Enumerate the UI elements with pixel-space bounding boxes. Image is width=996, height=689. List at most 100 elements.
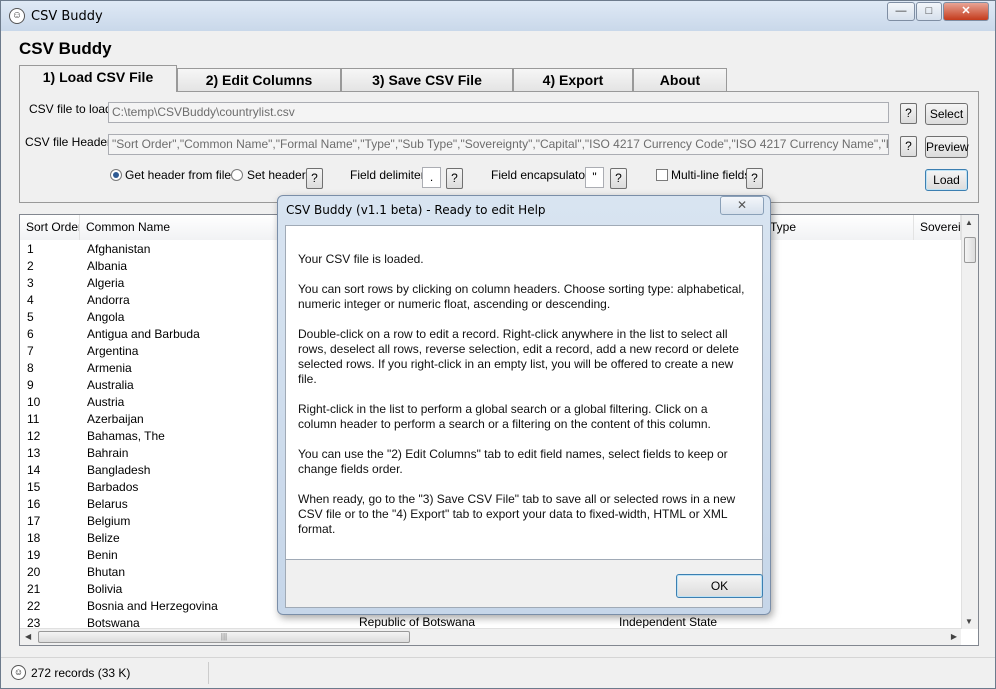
common-name-cell: Bhutan xyxy=(87,565,126,579)
status-app-icon: ☺ xyxy=(11,665,26,680)
app-heading: CSV Buddy xyxy=(19,39,112,58)
sort-order-cell: 2 xyxy=(27,259,34,273)
common-name-cell: Bahamas, The xyxy=(87,429,165,443)
title-bar: ☺ CSV Buddy — □ ✕ xyxy=(1,1,995,31)
common-name-cell: Belize xyxy=(87,531,120,545)
sort-order-cell: 15 xyxy=(27,480,41,494)
help-paragraph-sort: You can sort rows by clicking on column … xyxy=(298,282,745,311)
sort-order-cell: 10 xyxy=(27,395,41,409)
common-name-cell: Bangladesh xyxy=(87,463,151,477)
horizontal-scrollbar[interactable]: ◀ ||| ▶ xyxy=(20,628,961,645)
header-label: CSV file Header: xyxy=(25,135,115,149)
sort-order-cell: 13 xyxy=(27,446,41,460)
common-name-cell: Argentina xyxy=(87,344,139,358)
tab-export[interactable]: 4) Export xyxy=(513,68,633,92)
encapsulator-field[interactable]: " xyxy=(585,167,604,188)
help-paragraph-columns: You can use the "2) Edit Columns" tab to… xyxy=(298,447,728,476)
multiline-help-button[interactable]: ? xyxy=(746,168,763,189)
help-paragraph-loaded: Your CSV file is loaded. xyxy=(298,252,424,266)
scroll-left-icon[interactable]: ◀ xyxy=(25,632,31,641)
preview-button[interactable]: Preview xyxy=(925,136,969,158)
help-dialog: CSV Buddy (v1.1 beta) - Ready to edit He… xyxy=(277,195,771,615)
sort-order-cell: 14 xyxy=(27,463,41,477)
common-name-cell: Azerbaijan xyxy=(87,412,144,426)
common-name-cell: Albania xyxy=(87,259,128,273)
delimiter-help-button[interactable]: ? xyxy=(446,168,463,189)
close-button[interactable]: ✕ xyxy=(943,2,989,21)
common-name-cell: Benin xyxy=(87,548,118,562)
common-name-cell: Afghanistan xyxy=(87,242,151,256)
common-name-cell: Bolivia xyxy=(87,582,123,596)
common-name-cell: Andorra xyxy=(87,293,130,307)
window-title: CSV Buddy xyxy=(31,9,103,24)
common-name-cell: Armenia xyxy=(87,361,132,375)
maximize-button[interactable]: □ xyxy=(916,2,942,21)
common-name-cell: Bahrain xyxy=(87,446,129,460)
sort-order-cell: 5 xyxy=(27,310,34,324)
tab-load-csv[interactable]: 1) Load CSV File xyxy=(19,65,177,92)
sort-order-cell: 4 xyxy=(27,293,34,307)
sort-order-cell: 9 xyxy=(27,378,34,392)
scroll-down-icon[interactable]: ▼ xyxy=(965,617,973,626)
vertical-scroll-thumb[interactable] xyxy=(964,237,976,263)
encapsulator-help-button[interactable]: ? xyxy=(610,168,627,189)
file-label: CSV file to load: xyxy=(29,102,116,116)
help-paragraph-edit: Double-click on a row to edit a record. … xyxy=(298,327,739,386)
column-header-type[interactable]: Type xyxy=(764,215,914,240)
delimiter-field[interactable]: . xyxy=(422,167,441,188)
sort-order-cell: 18 xyxy=(27,531,41,545)
load-panel: CSV file to load: C:\temp\CSVBuddy\count… xyxy=(19,91,979,203)
scroll-right-icon[interactable]: ▶ xyxy=(951,632,957,641)
dialog-close-button[interactable]: ✕ xyxy=(720,196,764,215)
help-paragraph-search: Right-click in the list to perform a glo… xyxy=(298,402,711,431)
sort-order-cell: 12 xyxy=(27,429,41,443)
sort-order-cell: 20 xyxy=(27,565,41,579)
status-divider xyxy=(208,662,209,684)
file-path-field[interactable]: C:\temp\CSVBuddy\countrylist.csv xyxy=(108,102,889,123)
common-name-cell: Algeria xyxy=(87,276,125,290)
common-name-cell: Belarus xyxy=(87,497,128,511)
common-name-cell: Australia xyxy=(87,378,134,392)
tab-save-csv[interactable]: 3) Save CSV File xyxy=(341,68,513,92)
sort-order-cell: 19 xyxy=(27,548,41,562)
column-header-sort-order[interactable]: Sort Order xyxy=(20,215,80,240)
sort-order-cell: 8 xyxy=(27,361,34,375)
sort-order-cell: 11 xyxy=(27,412,40,426)
header-help-button[interactable]: ? xyxy=(900,136,917,157)
ok-button[interactable]: OK xyxy=(676,574,763,598)
scroll-up-icon[interactable]: ▲ xyxy=(965,218,973,227)
tab-about[interactable]: About xyxy=(633,68,727,92)
header-field[interactable]: "Sort Order","Common Name","Formal Name"… xyxy=(108,134,889,155)
get-header-label: Get header from file xyxy=(125,168,232,182)
get-header-radio[interactable] xyxy=(110,169,122,181)
app-icon: ☺ xyxy=(9,8,25,24)
help-paragraph-save: When ready, go to the "3) Save CSV File"… xyxy=(298,492,736,536)
header-mode-help-button[interactable]: ? xyxy=(306,168,323,189)
common-name-cell: Bosnia and Herzegovina xyxy=(87,599,218,613)
select-button[interactable]: Select xyxy=(925,103,968,125)
dialog-footer: OK xyxy=(285,560,763,608)
column-header-sovereignty[interactable]: Sovereig xyxy=(914,215,961,240)
set-header-label: Set header xyxy=(247,168,306,182)
minimize-button[interactable]: — xyxy=(887,2,915,21)
sort-order-cell: 21 xyxy=(27,582,41,596)
sort-order-cell: 3 xyxy=(27,276,34,290)
record-count: 272 records (33 K) xyxy=(31,666,131,680)
sort-order-cell: 17 xyxy=(27,514,41,528)
dialog-body: Your CSV file is loaded. You can sort ro… xyxy=(285,225,763,560)
multiline-label: Multi-line fields xyxy=(671,168,751,182)
tab-edit-columns[interactable]: 2) Edit Columns xyxy=(177,68,341,92)
status-bar: ☺ 272 records (33 K) xyxy=(1,657,995,688)
sort-order-cell: 7 xyxy=(27,344,34,358)
multiline-checkbox[interactable] xyxy=(656,169,668,181)
vertical-scrollbar[interactable]: ▲ ▼ xyxy=(961,215,978,629)
load-button[interactable]: Load xyxy=(925,169,968,191)
delimiter-label: Field delimiter: xyxy=(350,168,429,182)
file-help-button[interactable]: ? xyxy=(900,103,917,124)
dialog-title: CSV Buddy (v1.1 beta) - Ready to edit He… xyxy=(286,203,546,217)
horizontal-scroll-thumb[interactable]: ||| xyxy=(38,631,410,643)
encapsulator-label: Field encapsulator: xyxy=(491,168,593,182)
sort-order-cell: 1 xyxy=(27,242,34,256)
sort-order-cell: 22 xyxy=(27,599,41,613)
set-header-radio[interactable] xyxy=(231,169,243,181)
